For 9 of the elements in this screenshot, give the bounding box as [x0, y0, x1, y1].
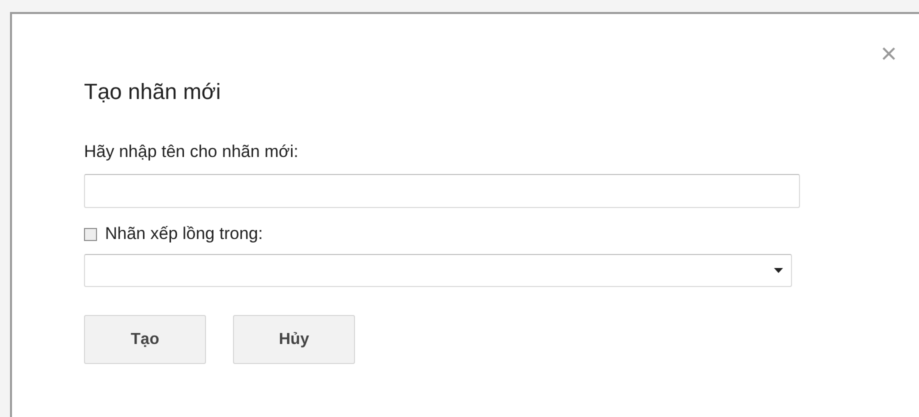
create-button[interactable]: Tạo: [84, 315, 206, 364]
caret-icon: [774, 268, 783, 273]
parent-label-select[interactable]: [84, 254, 792, 287]
field-label: Hãy nhập tên cho nhãn mới:: [84, 142, 298, 162]
checkbox[interactable]: [84, 228, 97, 240]
dialog-title: Tạo nhãn mới: [84, 78, 221, 106]
name-input[interactable]: [84, 174, 800, 208]
checkbox-label: Nhãn xếp lồng trong:: [105, 224, 263, 244]
cancel-button[interactable]: Hủy: [233, 315, 355, 364]
